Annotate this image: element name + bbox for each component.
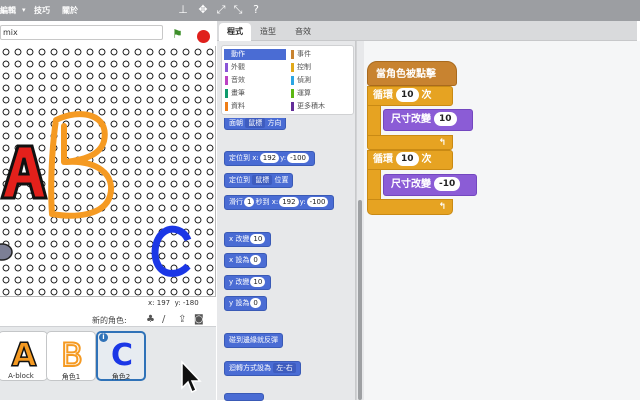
tab-sounds[interactable]: 音效 <box>287 23 319 41</box>
stop-button[interactable] <box>197 30 210 43</box>
repeat-1-bottom: ↰ <box>367 135 453 150</box>
category-control[interactable]: 控制 <box>290 62 352 73</box>
sprite-partial <box>0 243 13 261</box>
thumb-letter-c: C <box>111 338 133 373</box>
sprite-b[interactable] <box>48 111 115 219</box>
stage-sprites <box>0 111 192 277</box>
block-point-towards[interactable]: 面朝 鼠標 方向 <box>224 118 287 130</box>
sprite-label-a-block: A-block <box>8 372 34 380</box>
menu-tips[interactable]: 技巧 <box>34 5 50 16</box>
sprite-a[interactable] <box>0 144 48 200</box>
category-pen[interactable]: 畫筆 <box>224 88 286 99</box>
menu-edit-chevron-icon: ▾ <box>22 6 26 14</box>
category-data[interactable]: 資料 <box>224 101 286 112</box>
thumb-letter-a: A <box>12 336 37 374</box>
category-looks[interactable]: 外觀 <box>224 62 286 73</box>
category-list: 動作 事件 外觀 控制 音效 偵測 畫筆 運算 資料 更多積木 <box>221 45 354 115</box>
choose-sprite-icon[interactable]: ♣ <box>146 314 155 325</box>
stamp-icon[interactable]: ⊥ <box>176 3 190 17</box>
block-set-x[interactable]: x 設為 0 <box>224 253 267 268</box>
block-rotation-style[interactable]: 迴轉方式設為 左-右 <box>224 361 301 376</box>
change-size-block-1[interactable]: 尺寸改變 10 <box>383 109 473 131</box>
category-sound[interactable]: 音效 <box>224 75 286 86</box>
new-sprite-label: 新的角色: <box>92 316 127 325</box>
block-change-x[interactable]: x 改變 10 <box>224 232 272 247</box>
help-icon[interactable]: ? <box>249 3 263 17</box>
block-goto[interactable]: 定位到 鼠標 位置 <box>224 173 294 188</box>
repeat-block-2[interactable]: 循環 10 次 <box>367 150 453 170</box>
info-icon[interactable]: i <box>99 333 108 342</box>
category-sensing[interactable]: 偵測 <box>290 75 352 86</box>
paint-sprite-icon[interactable]: / <box>162 314 165 325</box>
block-goto-xy[interactable]: 定位到 x: 192 y: -100 <box>224 151 315 166</box>
loop-arrow-icon: ↰ <box>438 202 446 212</box>
menu-about[interactable]: 關於 <box>62 5 78 16</box>
palette-scroll-thumb[interactable] <box>358 200 362 400</box>
sprite-c[interactable] <box>151 225 192 277</box>
sprite-label-2: 角色2 <box>111 373 131 381</box>
category-motion[interactable]: 動作 <box>224 49 286 60</box>
camera-sprite-icon[interactable]: ◙ <box>194 314 204 325</box>
shrink-icon[interactable]: ⤡ <box>231 3 245 17</box>
sprite-label-1: 角色1 <box>61 373 81 381</box>
top-menu-bar: 編輯 ▾ 技巧 關於 ⊥ ✥ ⤢ ⤡ ? <box>0 0 640 21</box>
stage-coordinates: x: 197 y: -180 <box>148 299 199 307</box>
menu-edit[interactable]: 編輯 <box>0 5 16 16</box>
block-bounce[interactable]: 碰到邊緣就反彈 <box>224 333 283 348</box>
hat-when-sprite-clicked[interactable]: 當角色被點擊 <box>367 61 457 86</box>
change-size-block-2[interactable]: 尺寸改變 -10 <box>383 174 477 196</box>
loop-arrow-icon: ↰ <box>438 138 446 148</box>
project-title-input[interactable]: mix <box>0 25 163 40</box>
tab-scripts[interactable]: 程式 <box>219 23 251 41</box>
stage-canvas[interactable] <box>0 46 216 297</box>
repeat-2-bottom: ↰ <box>367 199 453 215</box>
block-set-y[interactable]: y 設為 0 <box>224 296 267 311</box>
category-more-blocks[interactable]: 更多積木 <box>290 101 352 112</box>
expand-icon[interactable]: ⤢ <box>214 3 228 17</box>
category-operators[interactable]: 運算 <box>290 88 352 99</box>
tab-costumes[interactable]: 造型 <box>252 23 284 41</box>
category-events[interactable]: 事件 <box>290 49 352 60</box>
repeat-2-arm <box>367 169 381 203</box>
green-flag-icon[interactable]: ⚑ <box>172 27 183 41</box>
mouse-cursor-icon <box>181 360 202 394</box>
block-change-y[interactable]: y 改變 10 <box>224 275 272 290</box>
move-icon[interactable]: ✥ <box>196 3 210 17</box>
repeat-block-1[interactable]: 循環 10 次 <box>367 86 453 106</box>
thumb-letter-b: B <box>61 336 83 374</box>
block-glide[interactable]: 滑行 1 秒到 x: 192 y: -100 <box>224 195 335 210</box>
upload-sprite-icon[interactable]: ⇪ <box>178 314 186 325</box>
